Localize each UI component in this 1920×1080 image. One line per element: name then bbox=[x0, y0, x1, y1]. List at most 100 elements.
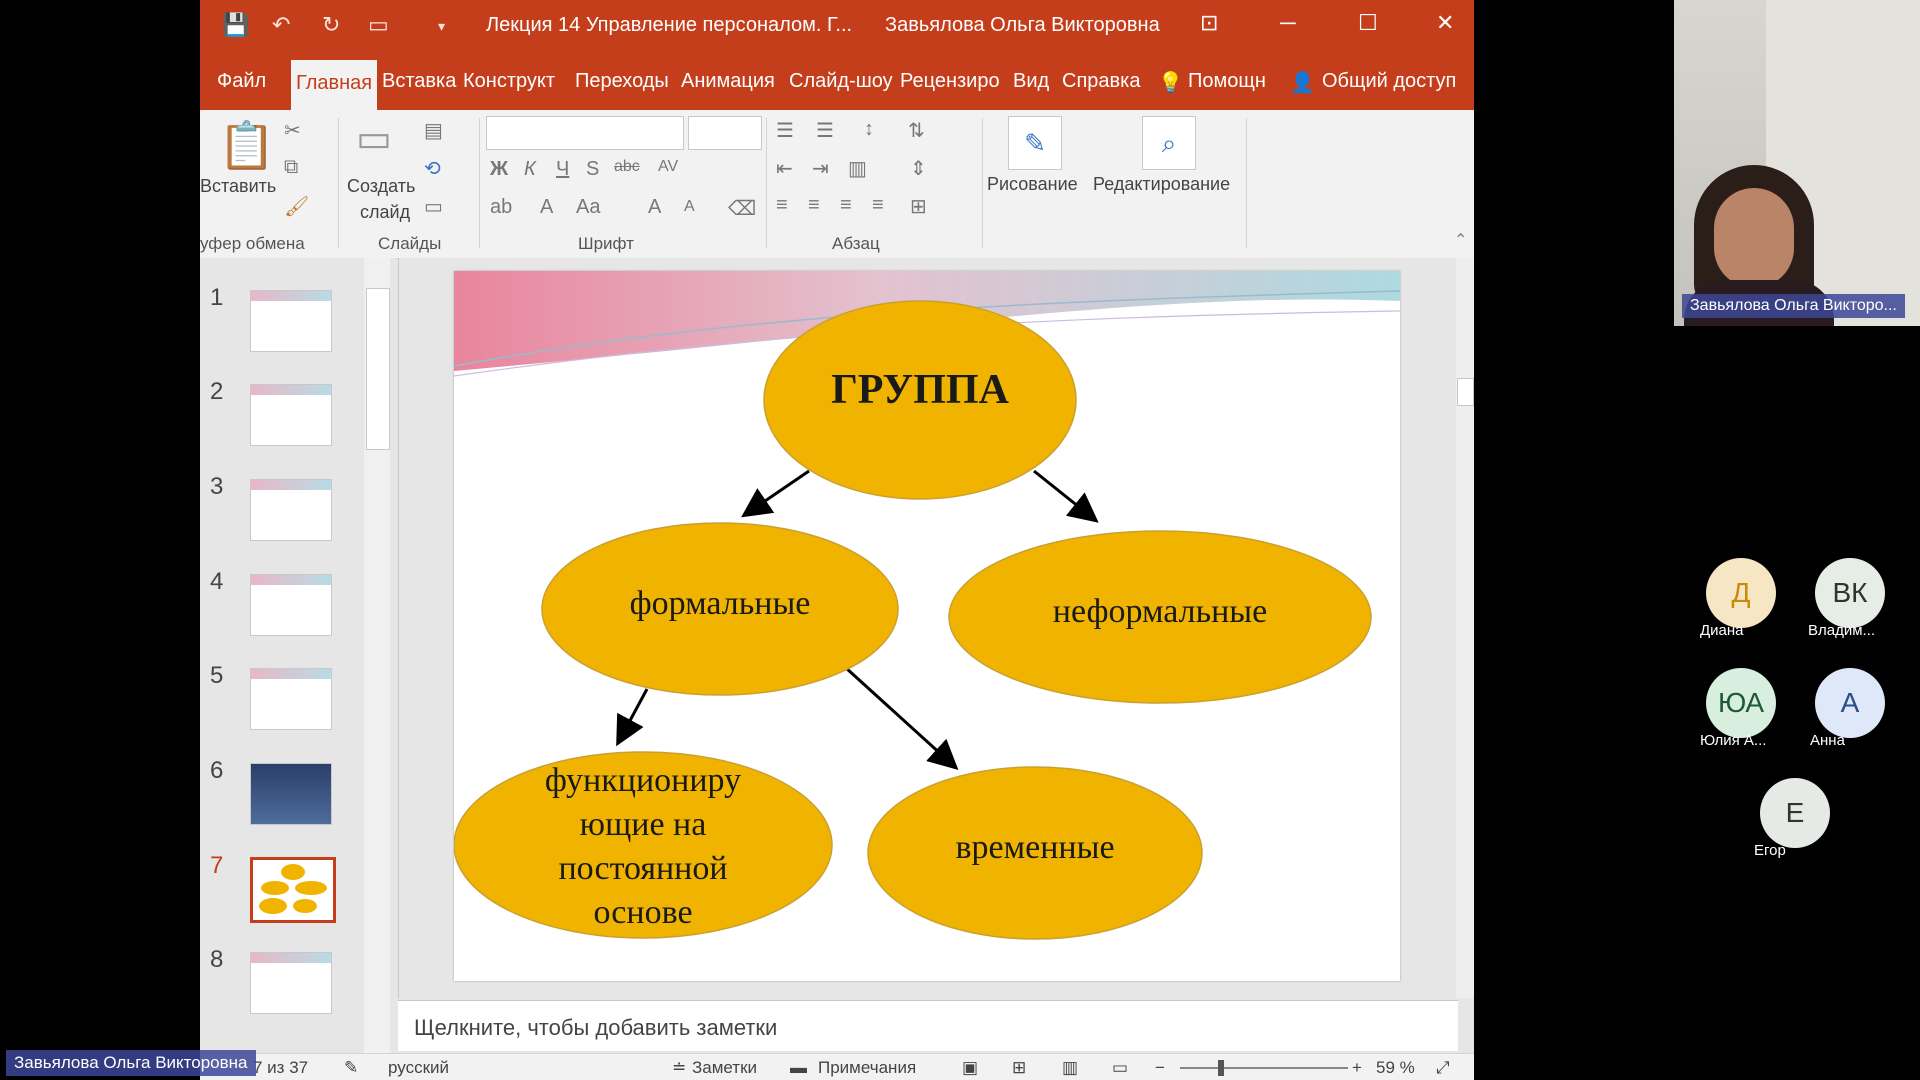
smartart-icon[interactable]: ⊞ bbox=[910, 194, 927, 219]
italic-icon[interactable]: К bbox=[524, 158, 536, 181]
maximize-icon[interactable]: ☐ bbox=[1358, 10, 1378, 36]
text-direction-icon[interactable]: ⇅ bbox=[908, 118, 925, 143]
collapse-ribbon-icon[interactable]: ⌃ bbox=[1454, 230, 1467, 250]
decrease-indent-icon[interactable]: ⇤ bbox=[776, 156, 793, 181]
underline-icon[interactable]: Ч bbox=[556, 158, 569, 181]
shadow-icon[interactable]: S bbox=[586, 158, 599, 181]
notes-placeholder[interactable]: Щелкните, чтобы добавить заметки bbox=[414, 1015, 777, 1041]
editing-icon[interactable]: ⌕ bbox=[1142, 116, 1196, 170]
slide-thumbnail[interactable] bbox=[250, 290, 332, 352]
editing-button[interactable]: Редактирование bbox=[1093, 174, 1230, 195]
slideshow-view-icon[interactable]: ▭ bbox=[1112, 1058, 1128, 1078]
avatar[interactable]: ЮА bbox=[1706, 668, 1776, 738]
customize-qat-icon[interactable]: ▾ bbox=[438, 18, 445, 35]
ribbon-display-icon[interactable]: ⊡ bbox=[1200, 10, 1218, 36]
scrollbar-thumb[interactable] bbox=[1457, 378, 1474, 406]
tab-review[interactable]: Рецензиро bbox=[900, 70, 1000, 93]
tab-help[interactable]: Справка bbox=[1062, 70, 1140, 93]
zoom-level[interactable]: 59 % bbox=[1376, 1058, 1415, 1078]
section-icon[interactable]: ▭ bbox=[424, 194, 443, 219]
copy-icon[interactable]: ⧉ bbox=[284, 156, 298, 179]
clear-format-icon[interactable]: ⌫ bbox=[728, 196, 756, 221]
new-slide-icon[interactable]: ▭ bbox=[356, 116, 392, 161]
notes-pane[interactable]: Щелкните, чтобы добавить заметки bbox=[398, 1000, 1458, 1051]
justify-icon[interactable]: ≡ bbox=[872, 194, 884, 217]
drawing-button[interactable]: Рисование bbox=[987, 174, 1078, 195]
save-icon[interactable]: 💾 bbox=[222, 12, 249, 38]
slide-thumbnail[interactable] bbox=[250, 668, 332, 730]
bullets-icon[interactable]: ☰ bbox=[776, 118, 794, 143]
slide-thumbnail[interactable] bbox=[250, 952, 332, 1014]
format-painter-icon[interactable]: 🖌 bbox=[284, 194, 309, 219]
avatar[interactable]: Е bbox=[1760, 778, 1830, 848]
numbering-icon[interactable]: ☰ bbox=[816, 118, 834, 143]
comments-button[interactable]: Примечания bbox=[818, 1058, 916, 1078]
font-size-box[interactable] bbox=[688, 116, 762, 150]
tab-design[interactable]: Конструкт bbox=[463, 70, 555, 93]
avatar[interactable]: А bbox=[1815, 668, 1885, 738]
tab-insert[interactable]: Вставка bbox=[382, 70, 456, 93]
drawing-icon[interactable]: ✎ bbox=[1008, 116, 1062, 170]
fit-slide-icon[interactable]: ⤢ bbox=[1436, 1058, 1450, 1078]
scrollbar-thumb[interactable] bbox=[366, 288, 390, 450]
close-icon[interactable]: ✕ bbox=[1436, 10, 1454, 36]
cut-icon[interactable]: ✂ bbox=[284, 118, 301, 143]
tab-view[interactable]: Вид bbox=[1013, 70, 1049, 93]
redo-icon[interactable]: ↻ bbox=[322, 12, 340, 38]
font-color-icon[interactable]: A bbox=[540, 196, 553, 219]
zoom-slider[interactable] bbox=[1180, 1067, 1348, 1069]
columns-icon[interactable]: ▥ bbox=[848, 156, 867, 181]
slide-thumbnail[interactable] bbox=[250, 763, 332, 825]
text-highlight-icon[interactable]: ab bbox=[490, 196, 512, 219]
tab-slideshow[interactable]: Слайд-шоу bbox=[789, 70, 893, 93]
line-spacing-icon[interactable]: ↕ bbox=[864, 118, 874, 141]
slide-thumbnail[interactable] bbox=[250, 479, 332, 541]
avatar[interactable]: ВК bbox=[1815, 558, 1885, 628]
normal-view-icon[interactable]: ▣ bbox=[962, 1058, 978, 1078]
slideshow-start-icon[interactable]: ▭ bbox=[368, 12, 389, 38]
new-slide-label-1[interactable]: Создать bbox=[347, 176, 415, 197]
bold-icon[interactable]: Ж bbox=[490, 158, 508, 181]
char-spacing-icon[interactable]: AV bbox=[658, 158, 678, 176]
align-center-icon[interactable]: ≡ bbox=[808, 194, 820, 217]
account-name[interactable]: Завьялова Ольга Викторовна bbox=[885, 14, 1160, 37]
language-indicator[interactable]: русский bbox=[388, 1058, 449, 1078]
slide-thumbnail[interactable] bbox=[250, 574, 332, 636]
reset-icon[interactable]: ⟲ bbox=[424, 156, 441, 181]
zoom-out-icon[interactable]: − bbox=[1155, 1058, 1165, 1078]
slide-canvas[interactable]: ГРУППА формальные неформальные функциони… bbox=[454, 271, 1400, 981]
grow-font-icon[interactable]: A bbox=[648, 196, 661, 219]
tell-me-search[interactable]: Помощн bbox=[1188, 70, 1266, 93]
strikethrough-icon[interactable]: abc bbox=[614, 158, 640, 176]
share-button[interactable]: Общий доступ bbox=[1322, 70, 1456, 93]
minimize-icon[interactable]: ─ bbox=[1280, 10, 1296, 36]
change-case-icon[interactable]: Aa bbox=[576, 196, 600, 219]
paste-button[interactable]: Вставить bbox=[200, 176, 276, 197]
avatar[interactable]: Д bbox=[1706, 558, 1776, 628]
zoom-slider-thumb[interactable] bbox=[1218, 1060, 1224, 1076]
align-text-icon[interactable]: ⇕ bbox=[910, 156, 927, 181]
font-name-box[interactable] bbox=[486, 116, 684, 150]
slide-scrollbar[interactable] bbox=[1456, 258, 1474, 998]
thumbnails-scrollbar[interactable] bbox=[364, 258, 390, 1053]
align-right-icon[interactable]: ≡ bbox=[840, 194, 852, 217]
reading-view-icon[interactable]: ▥ bbox=[1062, 1058, 1078, 1078]
new-slide-label-2[interactable]: слайд bbox=[360, 202, 410, 223]
tab-home[interactable]: Главная bbox=[291, 60, 378, 110]
slide-thumbnail-active[interactable] bbox=[250, 857, 336, 923]
increase-indent-icon[interactable]: ⇥ bbox=[812, 156, 829, 181]
notes-button[interactable]: Заметки bbox=[692, 1058, 757, 1078]
shrink-font-icon[interactable]: A bbox=[684, 198, 695, 216]
tab-transitions[interactable]: Переходы bbox=[575, 70, 669, 93]
zoom-in-icon[interactable]: + bbox=[1352, 1058, 1362, 1078]
paste-icon[interactable]: 📋 bbox=[218, 118, 275, 173]
layout-icon[interactable]: ▤ bbox=[424, 118, 443, 143]
tab-animations[interactable]: Анимация bbox=[681, 70, 775, 93]
align-left-icon[interactable]: ≡ bbox=[776, 194, 788, 217]
undo-icon[interactable]: ↶ bbox=[272, 12, 290, 38]
slide-thumbnail[interactable] bbox=[250, 384, 332, 446]
spellcheck-icon[interactable]: ✎ bbox=[344, 1058, 358, 1078]
presenter-face bbox=[1714, 188, 1794, 288]
slide-sorter-icon[interactable]: ⊞ bbox=[1012, 1058, 1026, 1078]
tab-file[interactable]: Файл bbox=[217, 70, 266, 93]
